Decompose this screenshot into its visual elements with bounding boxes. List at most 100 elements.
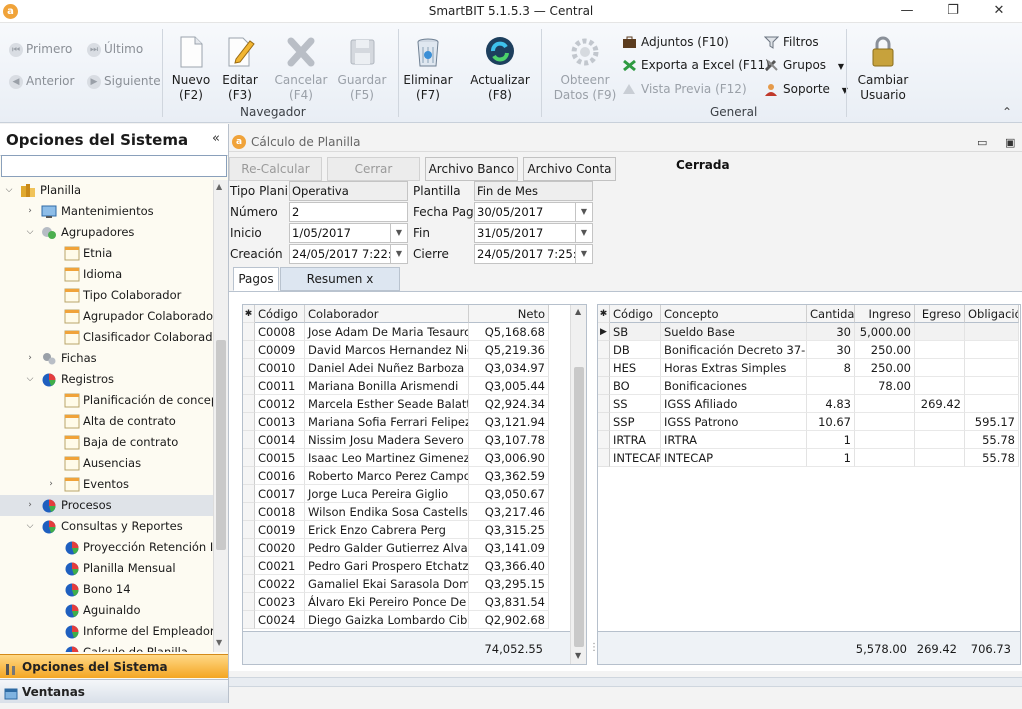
sidebar-item-registros[interactable]: ⌵ Registros xyxy=(0,369,213,390)
row-selector[interactable] xyxy=(243,503,255,521)
expand-arrow-icon[interactable]: › xyxy=(46,474,56,495)
creation-date-dropdown-icon[interactable]: ▼ xyxy=(391,244,408,264)
sidebar-item-agrupador-colaborador[interactable]: Agrupador Colaborador xyxy=(0,306,213,327)
print-preview-button[interactable]: Vista Previa (F12) xyxy=(622,80,747,98)
payments-scroll-up-icon[interactable]: ▲ xyxy=(575,307,581,316)
payments-scrollbar[interactable]: ▲ ▼ xyxy=(570,305,586,664)
expand-arrow-icon[interactable]: › xyxy=(25,348,35,369)
payment-date-dropdown-icon[interactable]: ▼ xyxy=(576,202,593,222)
close-date-field[interactable]: 24/05/2017 7:25:18 xyxy=(474,244,576,264)
minimize-button[interactable]: — xyxy=(884,0,930,23)
creation-date-field[interactable]: 24/05/2017 7:22:58 xyxy=(289,244,391,264)
change-user-button[interactable]: Cambiar Usuario xyxy=(852,31,914,111)
row-selector[interactable] xyxy=(243,341,255,359)
previous-button[interactable]: ◀ Anterior xyxy=(9,74,74,89)
sidebar-item-eventos[interactable]: › Eventos xyxy=(0,474,213,495)
save-button[interactable]: Guardar (F5) xyxy=(331,31,393,111)
sidebar-item-procesos[interactable]: › Procesos xyxy=(0,495,213,516)
row-selector[interactable] xyxy=(243,611,255,629)
next-button[interactable]: ▶ Siguiente xyxy=(87,74,161,89)
row-selector[interactable] xyxy=(243,377,255,395)
tab-summary-by-concept[interactable]: Resumen x Concepto xyxy=(280,267,400,308)
tree-scroll-thumb[interactable] xyxy=(216,340,226,550)
sidebar-item-tipo-colaborador[interactable]: Tipo Colaborador xyxy=(0,285,213,306)
groups-button[interactable]: Grupos ▼ xyxy=(764,56,844,74)
row-selector[interactable] xyxy=(243,431,255,449)
row-selector[interactable] xyxy=(243,593,255,611)
delete-button[interactable]: Eliminar (F7) xyxy=(397,31,459,111)
row-selector[interactable] xyxy=(243,449,255,467)
row-selector[interactable] xyxy=(243,359,255,377)
scroll-down-icon[interactable]: ▼ xyxy=(216,638,222,647)
column-header[interactable]: Obligación xyxy=(965,305,1019,323)
refresh-button[interactable]: Actualizar (F8) xyxy=(469,31,531,111)
sidebar-item-planificaci-n-de-conceptos[interactable]: Planificación de conceptos xyxy=(0,390,213,411)
edit-button[interactable]: Editar (F3) xyxy=(209,31,271,111)
row-selector[interactable] xyxy=(243,539,255,557)
scroll-up-icon[interactable]: ▲ xyxy=(216,182,222,191)
new-row-marker-icon[interactable]: ✱ xyxy=(243,305,255,323)
windows-panel-button[interactable]: Ventanas xyxy=(0,679,228,703)
filters-button[interactable]: Filtros xyxy=(763,33,819,51)
sidebar-item-consultas-y-reportes[interactable]: ⌵ Consultas y Reportes xyxy=(0,516,213,537)
row-selector[interactable] xyxy=(243,485,255,503)
bank-file-button[interactable]: Archivo Banco xyxy=(425,157,518,181)
sidebar-item-planilla-mensual[interactable]: Planilla Mensual xyxy=(0,558,213,579)
column-header[interactable]: Cantidad xyxy=(807,305,855,323)
row-selector[interactable] xyxy=(243,557,255,575)
row-selector[interactable] xyxy=(598,413,610,431)
sidebar-item-idioma[interactable]: Idioma xyxy=(0,264,213,285)
row-selector[interactable] xyxy=(243,413,255,431)
row-selector[interactable] xyxy=(598,377,610,395)
row-selector[interactable] xyxy=(598,449,610,467)
cancel-button[interactable]: Cancelar (F4) xyxy=(270,31,332,111)
collapse-arrow-icon[interactable]: ⌵ xyxy=(25,222,35,243)
sidebar-collapse-icon[interactable]: « xyxy=(212,131,220,146)
tab-payments[interactable]: Pagos xyxy=(233,267,279,291)
end-date-dropdown-icon[interactable]: ▼ xyxy=(576,223,593,243)
panel-maximize-button[interactable]: ▣ xyxy=(1005,136,1015,149)
attachments-button[interactable]: Adjuntos (F10) xyxy=(622,33,729,51)
first-button[interactable]: ⏮ Primero xyxy=(9,42,72,57)
row-selector[interactable] xyxy=(243,323,255,341)
sidebar-item-planilla[interactable]: ⌵ Planilla xyxy=(0,180,213,201)
collapse-arrow-icon[interactable]: ⌵ xyxy=(4,180,14,201)
column-header[interactable]: Código xyxy=(610,305,661,323)
row-selector[interactable] xyxy=(598,341,610,359)
tree-scrollbar[interactable]: ▲ ▼ xyxy=(213,180,228,652)
expand-arrow-icon[interactable]: › xyxy=(25,495,35,516)
close-date-dropdown-icon[interactable]: ▼ xyxy=(576,244,593,264)
get-data-button[interactable]: Obteenr Datos (F9) xyxy=(552,31,618,111)
close-button[interactable]: ✕ xyxy=(976,0,1022,23)
row-selector[interactable] xyxy=(243,521,255,539)
sidebar-item-agrupadores[interactable]: ⌵ Agrupadores xyxy=(0,222,213,243)
sidebar-item-aguinaldo[interactable]: Aguinaldo xyxy=(0,600,213,621)
payment-date-field[interactable]: 30/05/2017 xyxy=(474,202,576,222)
column-header[interactable]: Ingreso xyxy=(855,305,915,323)
expand-arrow-icon[interactable]: › xyxy=(25,201,35,222)
sidebar-item-alta-de-contrato[interactable]: Alta de contrato xyxy=(0,411,213,432)
column-header[interactable]: Concepto xyxy=(661,305,807,323)
support-button[interactable]: Soporte ▼ xyxy=(764,80,848,98)
column-header[interactable]: Colaborador xyxy=(305,305,469,323)
sidebar-item-ausencias[interactable]: Ausencias xyxy=(0,453,213,474)
restore-button[interactable]: ❐ xyxy=(930,0,976,23)
new-row-marker-icon[interactable]: ✱ xyxy=(598,305,610,323)
sidebar-item-etnia[interactable]: Etnia xyxy=(0,243,213,264)
collapse-arrow-icon[interactable]: ⌵ xyxy=(25,369,35,390)
last-button[interactable]: ⏭ Último xyxy=(87,42,143,57)
row-selector[interactable] xyxy=(243,467,255,485)
sidebar-item-calculo-de-planilla[interactable]: Calculo de Planilla xyxy=(0,642,213,652)
start-date-field[interactable]: 1/05/2017 xyxy=(289,223,391,243)
sidebar-item-bono-14[interactable]: Bono 14 xyxy=(0,579,213,600)
sidebar-item-informe-del-empleador[interactable]: Informe del Empleador xyxy=(0,621,213,642)
number-field[interactable]: 2 xyxy=(289,202,408,222)
payments-scroll-thumb[interactable] xyxy=(574,367,584,647)
column-header[interactable]: Código xyxy=(255,305,305,323)
row-selector[interactable]: ▶ xyxy=(598,323,610,341)
export-excel-button[interactable]: Exporta a Excel (F11) xyxy=(622,56,770,74)
row-selector[interactable] xyxy=(598,395,610,413)
sidebar-item-fichas[interactable]: › Fichas xyxy=(0,348,213,369)
close-payroll-button[interactable]: Cerrar xyxy=(327,157,420,181)
ribbon-collapse-icon[interactable]: ⌃ xyxy=(1002,105,1012,119)
